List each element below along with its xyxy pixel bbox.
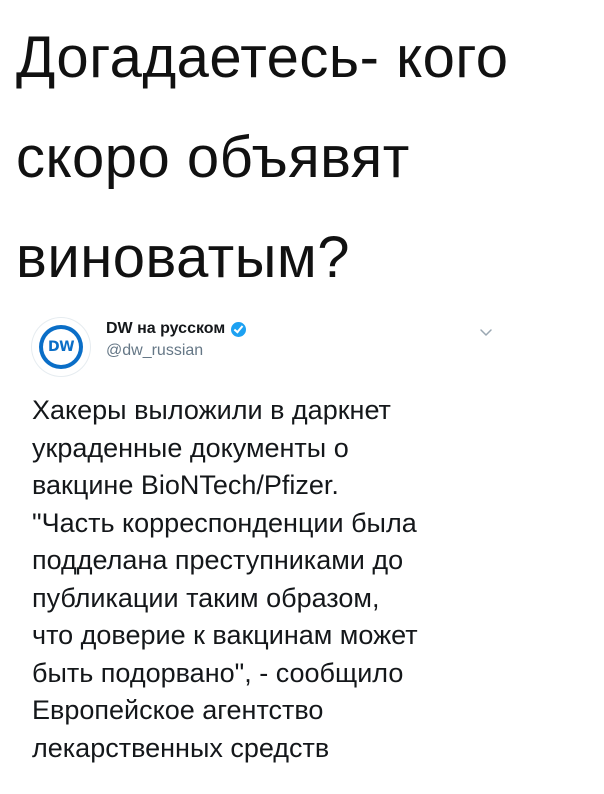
tweet-text-line: вакцине BioNTech/Pfizer. — [32, 470, 339, 500]
headline-line-3: виноватым? — [16, 225, 351, 290]
tweet-text-line: лекарственных средств — [32, 732, 330, 763]
tweet-text-line: Хакеры выложили в даркнет — [32, 395, 391, 425]
tweet-card[interactable]: DW DW на русском @dw_russian Хакеры выло… — [0, 300, 604, 794]
tweet-text-line: украденные документы о — [32, 432, 349, 463]
headline-line-1: Догадаетесь- кого — [16, 25, 509, 90]
tweet-text-line: Европейское агентство — [32, 695, 324, 725]
tweet-text-line: быть подорвано", - сообщило — [32, 657, 404, 688]
meme-headline: Догадаетесь- кого скоро объявят виноваты… — [16, 8, 596, 308]
tweet-text-line: "Часть корреспонденции была — [32, 507, 417, 538]
headline-line-2: скоро объявят — [16, 125, 410, 190]
tweet-text-line: публикации таким образом, — [32, 582, 380, 613]
tweet-text-line: подделана преступниками до — [32, 545, 404, 575]
author-handle[interactable]: @dw_russian — [106, 342, 246, 360]
tweet-text-line: что доверие к вакцинам может — [32, 620, 418, 650]
dw-logo: DW — [39, 325, 83, 369]
avatar[interactable]: DW — [32, 318, 90, 376]
author-name[interactable]: DW на русском — [106, 320, 225, 338]
chevron-down-icon[interactable] — [478, 324, 494, 340]
tweet-text: Хакеры выложили в даркнет украденные док… — [32, 392, 592, 767]
verified-badge-icon — [231, 321, 247, 337]
tweet-author[interactable]: DW на русском @dw_russian — [106, 318, 247, 360]
